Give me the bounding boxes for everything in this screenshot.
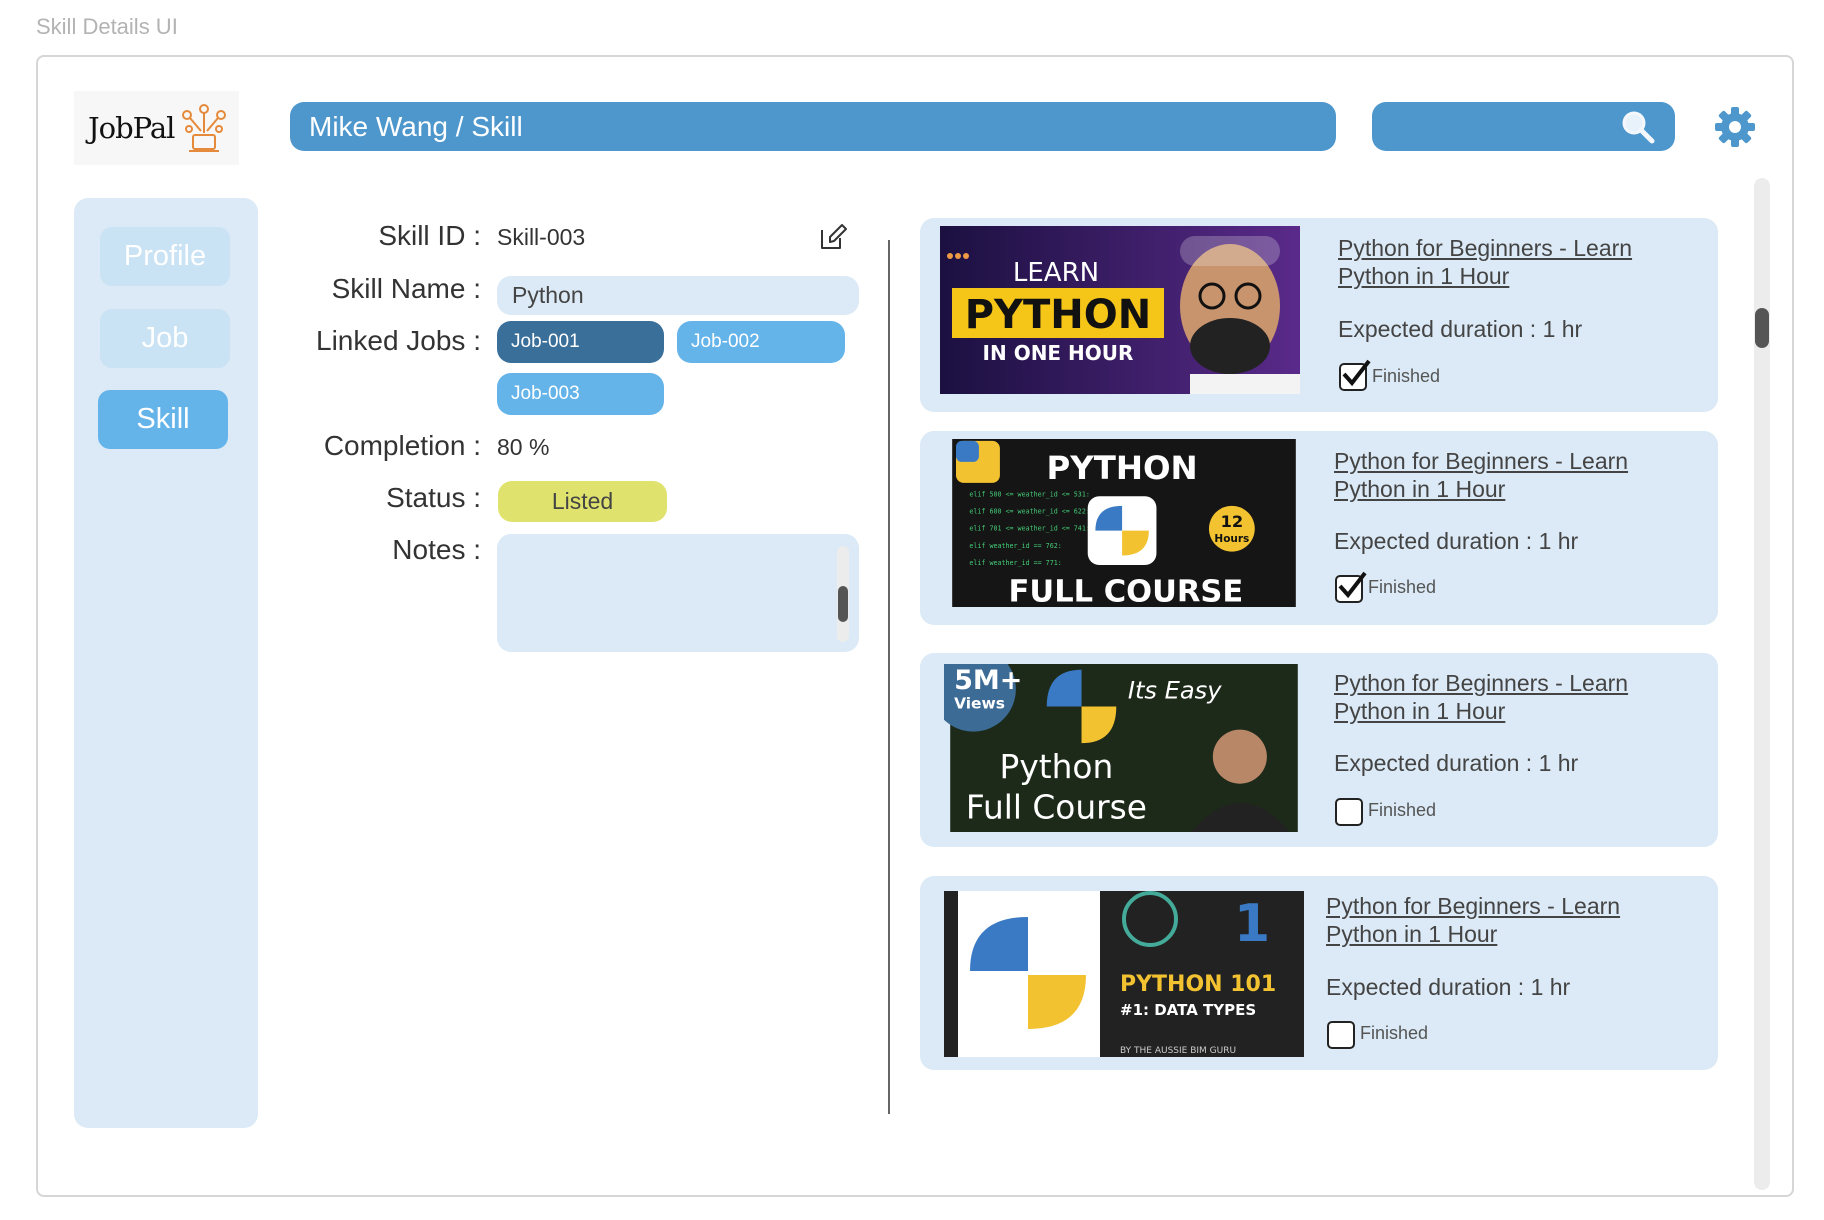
job-chip-003[interactable]: Job-003 xyxy=(497,373,664,415)
svg-text:elif 701 <= weather_id <= 741:: elif 701 <= weather_id <= 741: xyxy=(969,525,1090,533)
finished-label: Finished xyxy=(1360,1023,1429,1043)
finished-checkbox[interactable] xyxy=(1327,1021,1355,1049)
video-thumbnail[interactable]: 5M+ Views Its Easy Python Full Course xyxy=(944,664,1304,832)
thumb-text: Hours xyxy=(1214,533,1249,545)
skill-name-field[interactable]: Python xyxy=(497,276,859,315)
sidebar-item-skill[interactable]: Skill xyxy=(98,390,228,449)
skill-id-value: Skill-003 xyxy=(497,224,586,250)
expected-duration: Expected duration : 1 hr xyxy=(1326,974,1571,1000)
job-chip-002[interactable]: Job-002 xyxy=(677,321,845,363)
frame-label: Skill Details UI xyxy=(36,14,178,39)
thumb-text: IN ONE HOUR xyxy=(983,341,1134,365)
gear-icon[interactable] xyxy=(1713,105,1757,149)
video-card: 1 PYTHON 101 #1: DATA TYPES BY THE AUSSI… xyxy=(920,876,1718,1070)
check-icon xyxy=(1338,571,1367,599)
expected-duration: Expected duration : 1 hr xyxy=(1334,528,1579,554)
finished-checkbox[interactable] xyxy=(1335,798,1363,826)
svg-text:elif weather_id == 771:: elif weather_id == 771: xyxy=(969,559,1061,567)
search-icon[interactable] xyxy=(1619,108,1657,146)
check-icon xyxy=(1342,359,1371,387)
finished-label: Finished xyxy=(1368,577,1437,597)
edit-icon[interactable] xyxy=(818,222,848,252)
thumb-text: 5M+ xyxy=(954,665,1022,696)
completion-value: 80 % xyxy=(497,434,550,460)
status-label: Status : xyxy=(386,482,481,513)
linked-jobs-label: Linked Jobs : xyxy=(316,325,481,356)
video-title-link[interactable]: Python for Beginners - Learn Python in 1… xyxy=(1334,447,1628,503)
expected-duration: Expected duration : 1 hr xyxy=(1338,316,1583,342)
video-thumbnail[interactable]: elif 500 <= weather_id <= 531: elif 600 … xyxy=(944,439,1304,607)
finished-label: Finished xyxy=(1372,366,1441,386)
thumb-text: Python xyxy=(1000,748,1114,786)
jobpal-logo[interactable]: JobPal xyxy=(74,91,239,165)
notes-scroll-thumb[interactable] xyxy=(838,586,848,622)
breadcrumb[interactable]: Mike Wang / Skill xyxy=(290,102,1336,151)
video-card: 5M+ Views Its Easy Python Full Course Py… xyxy=(920,653,1718,847)
video-thumbnail[interactable]: 1 PYTHON 101 #1: DATA TYPES BY THE AUSSI… xyxy=(944,890,1304,1058)
skill-id-label: Skill ID : xyxy=(378,220,481,251)
status-badge[interactable]: Listed xyxy=(498,481,667,522)
sidebar-item-profile[interactable]: Profile xyxy=(100,227,230,286)
search-input[interactable] xyxy=(1372,102,1675,151)
job-chip-001[interactable]: Job-001 xyxy=(497,321,664,363)
skill-name-label: Skill Name : xyxy=(331,273,481,304)
video-list-scroll-thumb[interactable] xyxy=(1755,308,1769,348)
video-card: LEARN PYTHON IN ONE HOUR Python for Begi… xyxy=(920,218,1718,412)
finished-checkbox[interactable] xyxy=(1335,571,1367,603)
svg-text:elif weather_id == 762:: elif weather_id == 762: xyxy=(969,542,1061,550)
logo-network-icon xyxy=(182,104,226,152)
thumb-text: 1 xyxy=(1234,894,1270,954)
sidebar-item-job[interactable]: Job xyxy=(100,309,230,368)
notes-scrollbar[interactable] xyxy=(837,546,849,642)
video-thumbnail[interactable]: LEARN PYTHON IN ONE HOUR xyxy=(940,226,1300,394)
svg-text:elif 600 <= weather_id <= 622:: elif 600 <= weather_id <= 622: xyxy=(969,507,1090,515)
thumb-text: PYTHON xyxy=(965,292,1152,338)
panel-divider xyxy=(888,240,890,1114)
thumb-text: Full Course xyxy=(966,788,1147,826)
expected-duration: Expected duration : 1 hr xyxy=(1334,750,1579,776)
finished-label: Finished xyxy=(1368,800,1437,820)
thumb-text: LEARN xyxy=(1013,258,1099,288)
finished-checkbox[interactable] xyxy=(1339,359,1371,391)
thumb-text: #1: DATA TYPES xyxy=(1120,1001,1256,1019)
svg-text:elif 500 <= weather_id <= 531:: elif 500 <= weather_id <= 531: xyxy=(969,490,1090,498)
thumb-text: PYTHON xyxy=(1046,449,1197,487)
thumb-text: PYTHON 101 xyxy=(1120,972,1276,997)
completion-label: Completion : xyxy=(323,430,481,461)
thumb-text: BY THE AUSSIE BIM GURU xyxy=(1120,1046,1236,1056)
thumb-text: FULL COURSE xyxy=(1009,574,1244,607)
logo-text: JobPal xyxy=(88,111,175,145)
notes-label: Notes : xyxy=(392,534,481,565)
thumb-text: Its Easy xyxy=(1128,677,1222,705)
thumb-text: 12 xyxy=(1221,512,1244,531)
video-card: elif 500 <= weather_id <= 531: elif 600 … xyxy=(920,431,1718,625)
video-title-link[interactable]: Python for Beginners - Learn Python in 1… xyxy=(1326,892,1620,948)
video-title-link[interactable]: Python for Beginners - Learn Python in 1… xyxy=(1334,669,1628,725)
thumb-text: Views xyxy=(954,694,1005,712)
video-title-link[interactable]: Python for Beginners - Learn Python in 1… xyxy=(1338,234,1632,290)
sidebar: Profile Job Skill xyxy=(74,198,258,1128)
notes-textarea[interactable] xyxy=(497,534,859,652)
